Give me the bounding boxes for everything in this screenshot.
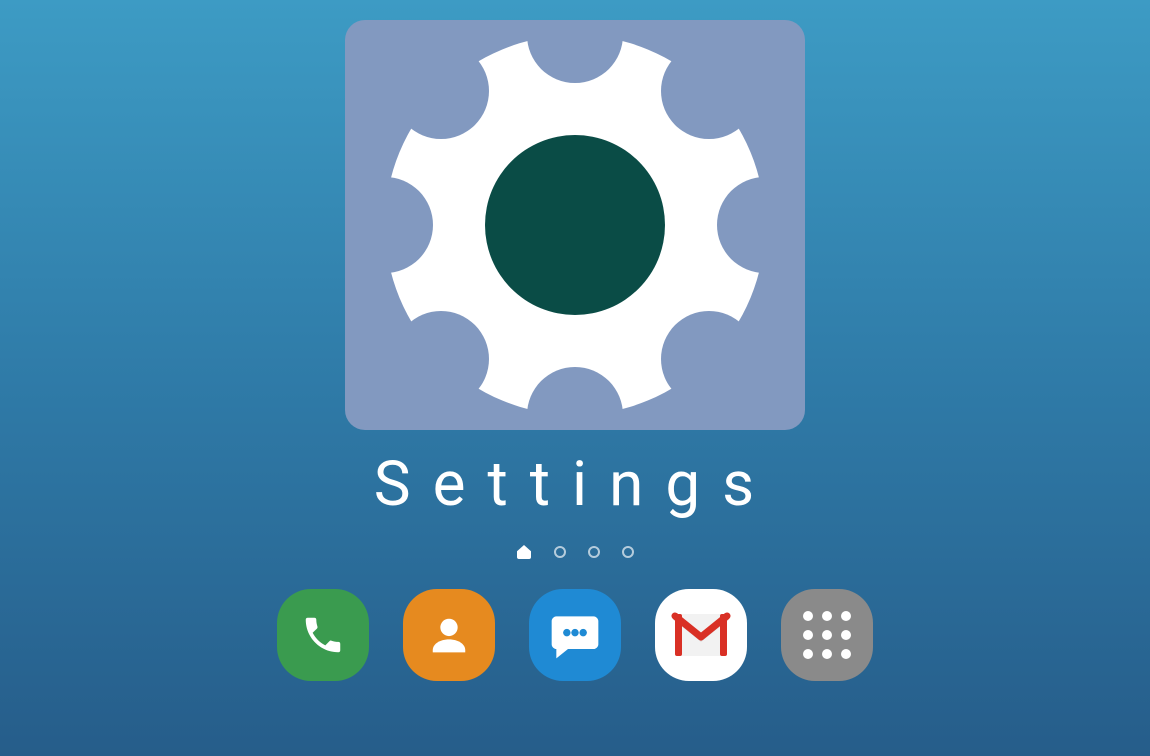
page-indicator-2[interactable] bbox=[554, 546, 566, 558]
apps-grid-icon bbox=[803, 611, 851, 659]
gear-icon bbox=[345, 20, 805, 430]
phone-icon bbox=[300, 612, 346, 658]
gmail-app[interactable] bbox=[655, 589, 747, 681]
person-icon bbox=[423, 609, 475, 661]
home-icon bbox=[517, 545, 531, 559]
chat-icon bbox=[547, 607, 603, 663]
page-indicators bbox=[516, 545, 634, 559]
gmail-icon bbox=[671, 612, 731, 658]
featured-app: Settings bbox=[345, 20, 805, 521]
dock bbox=[277, 589, 873, 701]
page-indicator-3[interactable] bbox=[588, 546, 600, 558]
apps-drawer[interactable] bbox=[781, 589, 873, 681]
phone-app[interactable] bbox=[277, 589, 369, 681]
messages-app[interactable] bbox=[529, 589, 621, 681]
featured-app-label: Settings bbox=[374, 448, 776, 521]
settings-app-icon[interactable] bbox=[345, 20, 805, 430]
page-indicator-4[interactable] bbox=[622, 546, 634, 558]
home-page-indicator[interactable] bbox=[516, 545, 532, 559]
contacts-app[interactable] bbox=[403, 589, 495, 681]
